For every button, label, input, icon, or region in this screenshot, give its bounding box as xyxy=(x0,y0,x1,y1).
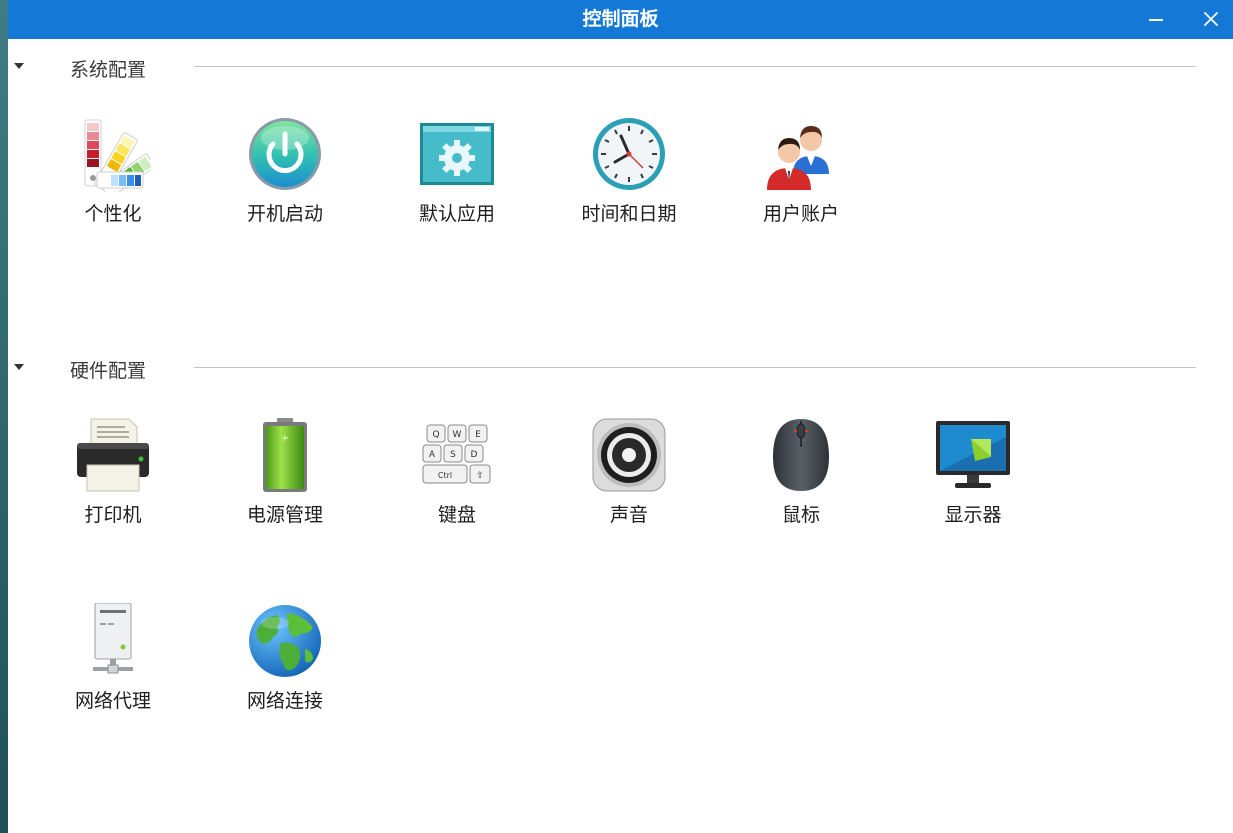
item-label: 打印机 xyxy=(84,504,142,526)
battery-icon: + xyxy=(247,417,323,493)
item-label: 网络连接 xyxy=(246,690,323,712)
key-label: S xyxy=(450,450,456,460)
power-icon xyxy=(247,116,323,192)
key-label: E xyxy=(475,430,481,440)
item-keyboard[interactable]: Q W E A S D Ctrl ⇧ 键盘 xyxy=(382,417,532,537)
item-label: 用户账户 xyxy=(762,203,839,225)
printer-icon xyxy=(75,417,151,493)
gear-window-icon xyxy=(419,116,495,192)
section-header-hardware[interactable]: 硬件配置 xyxy=(8,354,1233,382)
item-display[interactable]: 显示器 xyxy=(898,417,1048,537)
section-divider xyxy=(194,367,1196,368)
key-label: D xyxy=(471,450,478,460)
minimize-button[interactable] xyxy=(1134,0,1178,39)
key-label: Ctrl xyxy=(438,471,452,480)
item-label: 开机启动 xyxy=(246,203,323,225)
title-bar[interactable]: 控制面板 xyxy=(8,0,1233,39)
item-autostart[interactable]: 开机启动 xyxy=(210,116,360,236)
item-printer[interactable]: 打印机 xyxy=(38,417,188,537)
proxy-server-icon xyxy=(75,603,151,679)
item-power-management[interactable]: + 电源管理 xyxy=(210,417,360,537)
item-network-connection[interactable]: 网络连接 xyxy=(210,603,360,723)
item-label: 个性化 xyxy=(84,203,142,225)
color-palette-icon xyxy=(75,116,151,192)
control-panel-window: 控制面板 系统配置 个性化 开机启动 默认应用 时间和日期 用户账户 硬件配置 … xyxy=(8,0,1233,833)
item-label: 显示器 xyxy=(944,504,1002,526)
section-header-system[interactable]: 系统配置 xyxy=(8,53,1233,81)
minimize-icon xyxy=(1149,19,1163,21)
desktop-background xyxy=(0,0,8,833)
item-label: 声音 xyxy=(609,504,648,526)
item-personalization[interactable]: 个性化 xyxy=(38,116,188,236)
item-label: 鼠标 xyxy=(781,504,820,526)
item-sound[interactable]: 声音 xyxy=(554,417,704,537)
item-user-accounts[interactable]: 用户账户 xyxy=(726,116,876,236)
key-label: Q xyxy=(432,430,439,440)
item-default-apps[interactable]: 默认应用 xyxy=(382,116,532,236)
close-button[interactable] xyxy=(1189,0,1233,39)
users-icon xyxy=(763,116,839,192)
section-divider xyxy=(194,66,1196,67)
collapse-arrow-icon[interactable] xyxy=(14,364,24,370)
speaker-icon xyxy=(591,417,667,493)
key-label: A xyxy=(429,450,436,460)
item-label: 默认应用 xyxy=(418,203,495,225)
item-label: 时间和日期 xyxy=(581,203,677,225)
item-label: 键盘 xyxy=(437,504,476,526)
clock-icon xyxy=(591,116,667,192)
item-label: 网络代理 xyxy=(74,690,151,712)
keyboard-icon: Q W E A S D Ctrl ⇧ xyxy=(419,417,495,493)
item-label: 电源管理 xyxy=(246,504,323,526)
section-label: 硬件配置 xyxy=(70,360,147,382)
item-mouse[interactable]: 鼠标 xyxy=(726,417,876,537)
item-time-date[interactable]: 时间和日期 xyxy=(554,116,704,236)
mouse-icon xyxy=(763,417,839,493)
collapse-arrow-icon[interactable] xyxy=(14,63,24,69)
section-label: 系统配置 xyxy=(70,59,147,81)
key-label: W xyxy=(453,430,462,440)
monitor-icon xyxy=(935,417,1011,493)
window-title: 控制面板 xyxy=(582,8,659,30)
svg-text:+: + xyxy=(281,433,289,444)
item-network-proxy[interactable]: 网络代理 xyxy=(38,603,188,723)
close-icon xyxy=(1204,12,1218,26)
key-label: ⇧ xyxy=(476,471,484,481)
globe-icon xyxy=(247,603,323,679)
